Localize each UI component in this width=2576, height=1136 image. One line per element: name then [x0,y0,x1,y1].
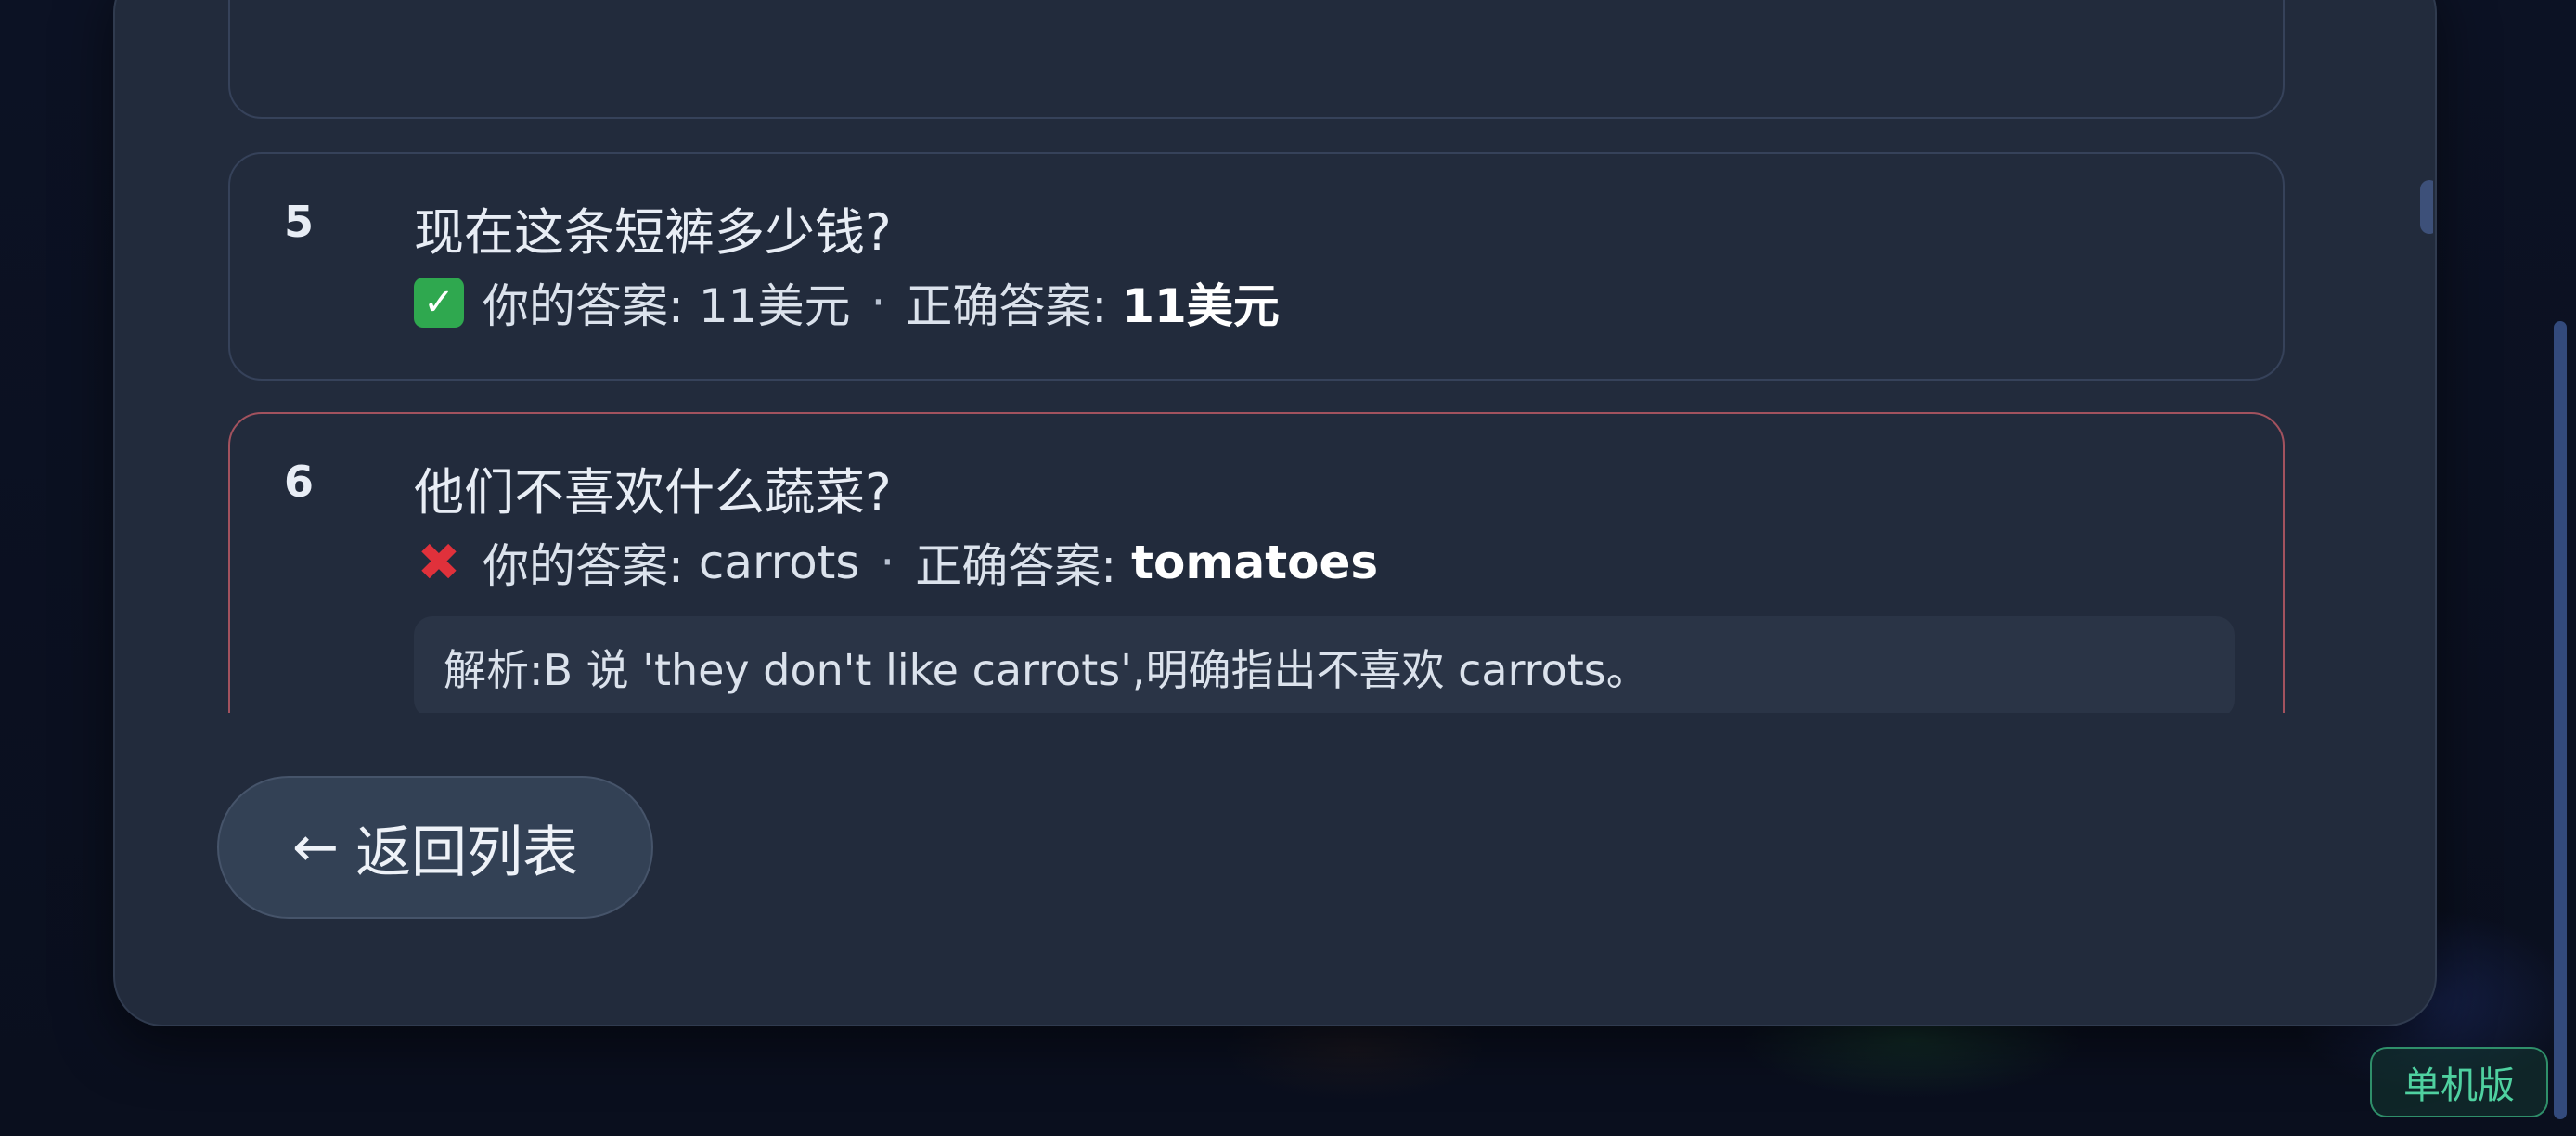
back-to-list-label: 返回列表 [355,820,579,885]
explanation-box: 解析:B 说 'they don't like carrots',明确指出不喜欢… [414,616,2235,713]
answer-separator: · [880,536,895,589]
your-answer: 11美元 [698,279,851,333]
question-number: 5 [284,197,315,247]
check-icon: ✓ [414,278,464,328]
review-item: 5 现在这条短裤多少钱? ✓ 你的答案: 11美元 · 正确答案: 11美元 [228,152,2285,381]
question-text: 他们不喜欢什么蔬菜? [414,463,892,522]
cross-icon: ✖ [417,532,461,593]
review-item: 6 他们不喜欢什么蔬菜? ✖ 你的答案: carrots · 正确答案: tom… [228,412,2285,713]
correct-answer: tomatoes [1131,536,1379,589]
your-answer-label: 你的答案: [483,279,684,333]
answer-separator: · [870,276,886,329]
correct-answer: 11美元 [1122,279,1280,333]
offline-mode-badge: 单机版 [2370,1047,2548,1117]
review-item-previous [228,0,2285,119]
page-scrollbar-thumb[interactable] [2554,321,2567,1119]
arrow-left-icon: ← [291,815,340,880]
your-answer: carrots [698,536,860,589]
back-to-list-button[interactable]: ← 返回列表 [217,776,653,919]
answer-line: ✖ 你的答案: carrots · 正确答案: tomatoes [414,529,1379,596]
question-text: 现在这条短裤多少钱? [414,203,892,262]
list-scrollbar-thumb[interactable] [2420,180,2433,234]
correct-answer-label: 正确答案: [915,539,1117,593]
answer-line: ✓ 你的答案: 11美元 · 正确答案: 11美元 [414,269,1280,336]
review-list[interactable]: 5 现在这条短裤多少钱? ✓ 你的答案: 11美元 · 正确答案: 11美元 6… [113,0,2433,713]
question-number: 6 [284,457,315,507]
your-answer-label: 你的答案: [483,539,684,593]
correct-answer-label: 正确答案: [906,279,1108,333]
